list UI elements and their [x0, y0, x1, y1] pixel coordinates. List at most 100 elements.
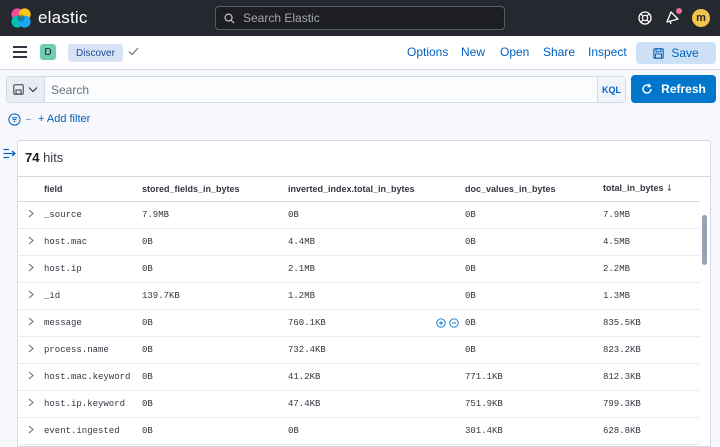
table-row: message 0B 760.1KB 0B 835.5KB [18, 309, 700, 337]
cell-field: event.ingested [44, 417, 142, 445]
chevron-right-icon [28, 317, 34, 325]
sidebar-toggle-icon[interactable] [3, 148, 16, 159]
chevron-right-icon [28, 371, 34, 379]
global-header: elastic m [0, 0, 720, 36]
cell-field: _id [44, 282, 142, 310]
share-link[interactable]: Share [543, 45, 575, 59]
breadcrumb-discover[interactable]: Discover [68, 44, 123, 62]
refresh-button[interactable]: Refresh [631, 75, 716, 103]
hits-counter: 74 hits [25, 150, 63, 165]
cell-inverted-index: 47.4KB [288, 390, 465, 418]
query-bar: KQL [6, 76, 626, 103]
results-panel: 74 hits field stored_fields_in_bytes inv… [17, 140, 711, 447]
menu-icon[interactable] [13, 46, 27, 58]
user-avatar[interactable]: m [692, 9, 710, 27]
table-row: process.name 0B 732.4KB 0B 823.2KB [18, 336, 700, 364]
hits-label: hits [39, 150, 64, 165]
global-search[interactable] [215, 6, 505, 30]
cell-stored-fields: 0B [142, 417, 288, 445]
cell-total: 812.3KB [603, 363, 700, 391]
search-icon [224, 13, 235, 24]
saved-query-menu[interactable] [7, 77, 45, 102]
expand-row-toggle[interactable] [18, 282, 44, 310]
cell-doc-values: 751.9KB [465, 390, 603, 418]
zoom-out-icon[interactable] [449, 317, 459, 328]
open-link[interactable]: Open [500, 45, 529, 59]
cell-stored-fields: 139.7KB [142, 282, 288, 310]
results-table: field stored_fields_in_bytes inverted_in… [18, 177, 700, 445]
cell-stored-fields: 0B [142, 309, 288, 337]
cell-stored-fields: 0B [142, 228, 288, 256]
expand-row-toggle[interactable] [18, 417, 44, 445]
table-row: host.mac 0B 4.4MB 0B 4.5MB [18, 228, 700, 256]
zoom-in-icon[interactable] [436, 317, 446, 328]
query-input[interactable] [45, 77, 597, 102]
space-avatar[interactable]: D [40, 44, 56, 60]
cell-field: message [44, 309, 142, 337]
expand-row-toggle[interactable] [18, 336, 44, 364]
expand-row-toggle[interactable] [18, 363, 44, 391]
expand-row-toggle[interactable] [18, 228, 44, 256]
notification-dot [676, 8, 682, 14]
add-filter-button[interactable]: + Add filter [38, 113, 90, 125]
elastic-logo[interactable]: elastic [10, 7, 88, 29]
cell-inverted-index: 4.4MB [288, 228, 465, 256]
results-table-container[interactable]: field stored_fields_in_bytes inverted_in… [18, 176, 710, 446]
expand-row-toggle[interactable] [18, 309, 44, 337]
query-language-toggle[interactable]: KQL [597, 77, 625, 102]
cell-field: host.ip.keyword [44, 390, 142, 418]
expand-row-toggle[interactable] [18, 255, 44, 283]
chevron-right-icon [28, 209, 34, 217]
expand-row-toggle[interactable] [18, 201, 44, 229]
help-icon[interactable] [638, 11, 652, 25]
cell-total: 823.2KB [603, 336, 700, 364]
column-header-total[interactable]: total_in_bytes ↓ [603, 177, 700, 202]
cell-inverted-index: 1.2MB [288, 282, 465, 310]
filter-divider [26, 119, 31, 120]
cell-total: 2.2MB [603, 255, 700, 283]
filter-icon[interactable] [8, 113, 21, 126]
sort-down-icon[interactable]: ↓ [666, 184, 674, 194]
column-header-field[interactable]: field [44, 177, 142, 202]
table-row: event.ingested 0B 0B 301.4KB 628.8KB [18, 417, 700, 445]
cell-doc-values: 0B [465, 336, 603, 364]
new-link[interactable]: New [461, 45, 485, 59]
options-link[interactable]: Options [407, 45, 448, 59]
chevron-right-icon [28, 236, 34, 244]
cell-stored-fields: 0B [142, 363, 288, 391]
cell-actions [433, 317, 459, 328]
global-search-input[interactable] [241, 10, 491, 26]
table-header-row: field stored_fields_in_bytes inverted_in… [18, 177, 700, 202]
save-button[interactable]: Save [636, 42, 716, 64]
table-row: host.ip 0B 2.1MB 0B 2.2MB [18, 255, 700, 283]
column-header-doc-values[interactable]: doc_values_in_bytes [465, 177, 603, 202]
saved-query-icon [13, 84, 24, 95]
cell-stored-fields: 0B [142, 390, 288, 418]
cell-field: _source [44, 201, 142, 229]
chevron-right-icon [28, 425, 34, 433]
expand-column-header [18, 177, 44, 202]
column-header-inverted-index[interactable]: inverted_index.total_in_bytes [288, 177, 465, 202]
cell-inverted-index-value: 760.1KB [288, 317, 326, 328]
cell-doc-values: 0B [465, 282, 603, 310]
cell-stored-fields: 7.9MB [142, 201, 288, 229]
hits-count: 74 [25, 150, 40, 165]
refresh-icon [642, 83, 652, 94]
cell-stored-fields: 0B [142, 255, 288, 283]
save-icon [653, 47, 665, 59]
chevron-right-icon [28, 344, 34, 352]
cell-doc-values: 0B [465, 228, 603, 256]
cell-inverted-index: 0B [288, 417, 465, 445]
inspect-link[interactable]: Inspect [588, 45, 627, 59]
cell-total: 835.5KB [603, 309, 700, 337]
table-row: _source 7.9MB 0B 0B 7.9MB [18, 201, 700, 229]
cell-field: process.name [44, 336, 142, 364]
cell-total: 799.3KB [603, 390, 700, 418]
table-scrollbar[interactable] [702, 215, 707, 265]
column-header-stored-fields[interactable]: stored_fields_in_bytes [142, 177, 288, 202]
cell-inverted-index: 732.4KB [288, 336, 465, 364]
cell-inverted-index: 41.2KB [288, 363, 465, 391]
expand-row-toggle[interactable] [18, 390, 44, 418]
cell-total: 4.5MB [603, 228, 700, 256]
cell-doc-values: 0B [465, 201, 603, 229]
